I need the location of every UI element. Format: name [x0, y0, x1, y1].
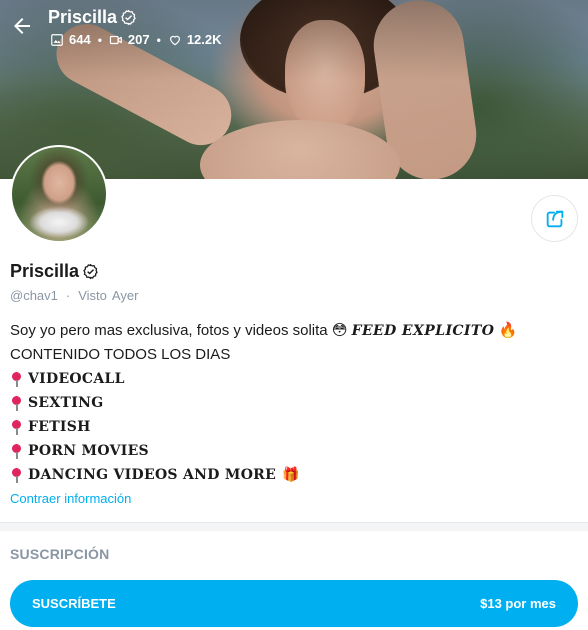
- list-item: PORN MOVIES: [10, 439, 578, 463]
- bio-explicit-text: 𝑭𝑬𝑬𝑫 𝑬𝑿𝑷𝑳𝑰𝑪𝑰𝑻𝑶: [351, 323, 495, 339]
- list-item-label: SEXTING: [28, 395, 104, 411]
- verified-check-icon: [121, 9, 136, 26]
- list-item: FETISH: [10, 415, 578, 439]
- photos-stat[interactable]: 644: [50, 32, 91, 47]
- list-item-label: PORN MOVIES: [28, 443, 149, 459]
- list-item-label: VIDEOCALL: [28, 371, 125, 387]
- share-icon: [546, 210, 563, 227]
- pushpin-icon: [10, 419, 22, 435]
- bio-list: VIDEOCALL SEXTING FETISH PORN MOVIES DAN…: [10, 367, 578, 487]
- heart-icon: [169, 35, 180, 45]
- back-button[interactable]: [10, 14, 34, 38]
- image-icon: [51, 33, 63, 46]
- profile-handle: @chav1: [10, 288, 58, 303]
- list-item: VIDEOCALL: [10, 367, 578, 391]
- videos-count: 207: [127, 32, 150, 47]
- header-stats: 644 • 207 • 12.2K: [50, 32, 222, 47]
- list-item: DANCING VIDEOS AND MORE 🎁: [10, 463, 578, 487]
- section-divider: [0, 522, 588, 531]
- likes-stat: 12.2K: [168, 32, 222, 47]
- bio-intro-text: Soy yo pero mas exclusiva, fotos y video…: [10, 322, 328, 339]
- arrow-left-icon: [14, 18, 30, 34]
- subscription-title: Suscripción: [10, 546, 110, 562]
- seen-value: Ayer: [111, 288, 139, 303]
- bio: Soy yo pero mas exclusiva, fotos y video…: [10, 319, 578, 487]
- avatar[interactable]: [10, 145, 108, 243]
- video-icon: [109, 35, 122, 44]
- likes-count: 12.2K: [186, 32, 222, 47]
- photos-count: 644: [69, 32, 91, 47]
- subscribe-price: $13 por mes: [480, 596, 556, 611]
- list-item-label: FETISH: [28, 419, 91, 435]
- subscribe-button[interactable]: SUSCRÍBETE $13 por mes: [10, 580, 578, 627]
- profile-meta: @chav1 · Visto Ayer: [10, 288, 138, 303]
- pushpin-icon: [10, 395, 22, 411]
- subscribe-label: SUSCRÍBETE: [32, 596, 116, 611]
- stat-separator: •: [97, 32, 102, 47]
- share-button[interactable]: [531, 195, 578, 242]
- profile-name-text: Priscilla: [10, 261, 80, 281]
- pushpin-icon: [10, 443, 22, 459]
- profile-name: Priscilla: [10, 261, 99, 282]
- stat-separator: •: [156, 32, 161, 47]
- fire-emoji: 🔥: [498, 322, 518, 339]
- pushpin-icon: [10, 371, 22, 387]
- seen-label: Visto: [78, 288, 107, 303]
- collapse-info-link[interactable]: Contraer información: [10, 491, 131, 506]
- meta-separator: ·: [65, 288, 71, 303]
- list-item: SEXTING: [10, 391, 578, 415]
- gift-emoji: 🎁: [282, 467, 300, 483]
- list-item-label: DANCING VIDEOS AND MORE: [28, 467, 277, 483]
- bio-tail-text: CONTENIDO TODOS LOS DIAS: [10, 346, 231, 363]
- flushed-emoji: 😳: [331, 322, 348, 339]
- videos-stat[interactable]: 207: [109, 32, 150, 47]
- pushpin-icon: [10, 467, 22, 483]
- header-title: Priscilla: [48, 7, 137, 28]
- bio-intro: Soy yo pero mas exclusiva, fotos y video…: [10, 319, 578, 367]
- header-name-text: Priscilla: [48, 7, 118, 27]
- verified-check-icon: [83, 263, 98, 280]
